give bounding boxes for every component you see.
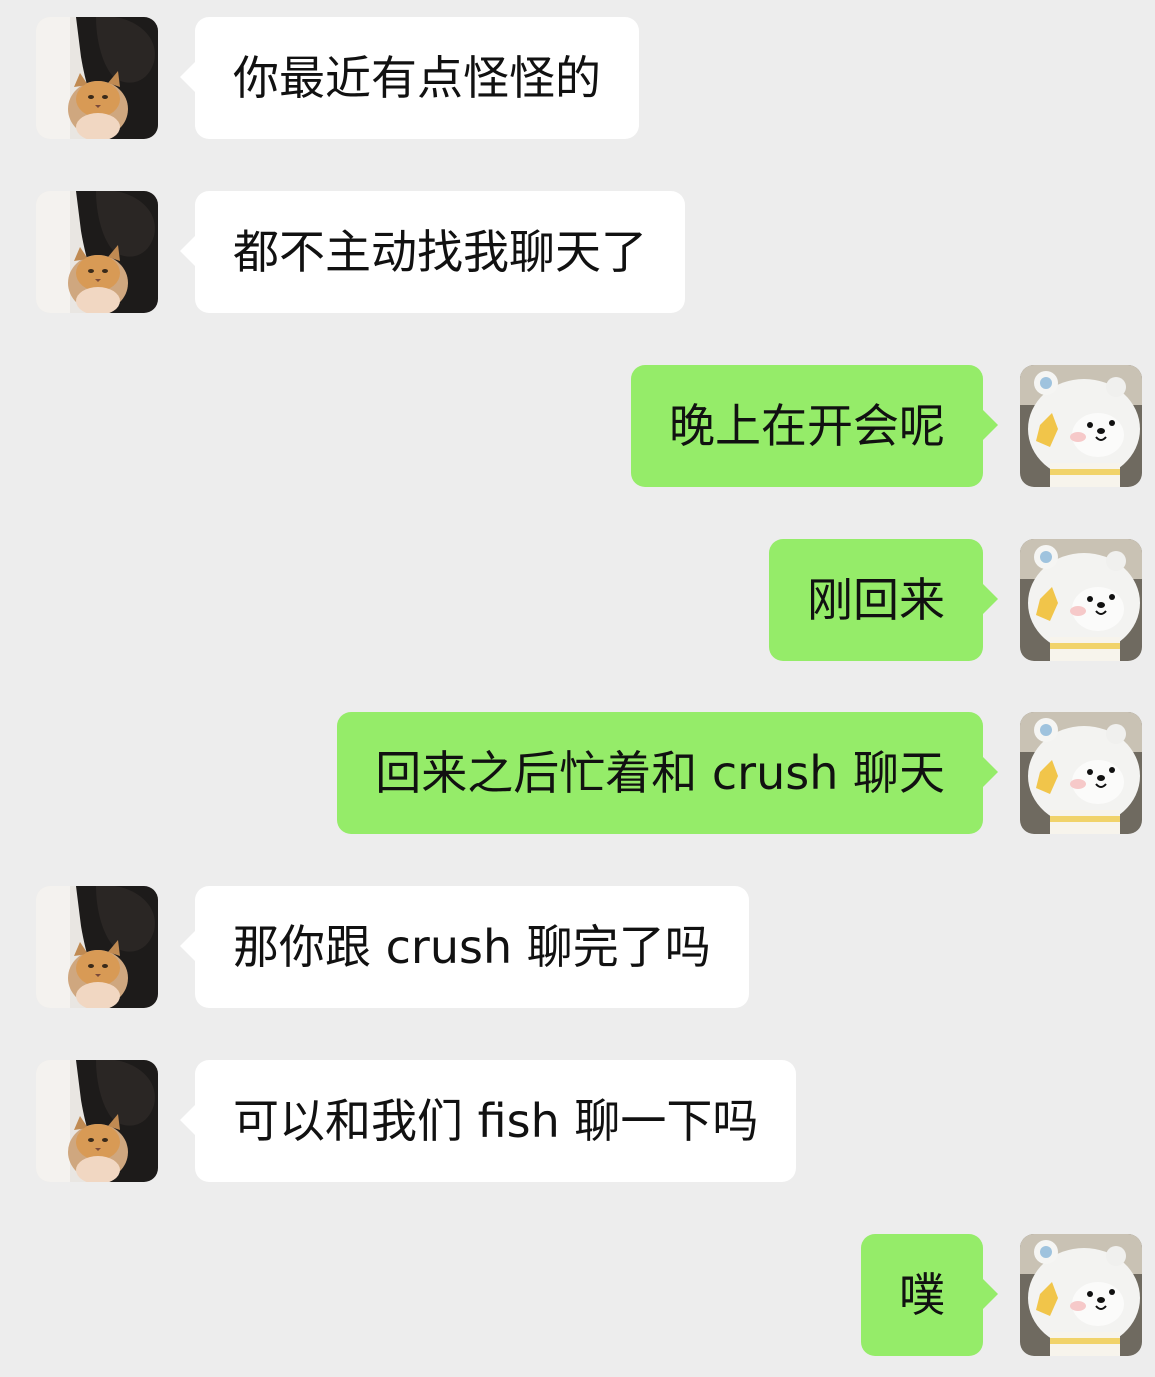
message-bubble[interactable]: 回来之后忙着和 crush 聊天 <box>337 712 998 834</box>
message-row: 晚上在开会呢 <box>0 365 1155 489</box>
message-bubble[interactable]: 可以和我们 fish 聊一下吗 <box>179 1060 797 1182</box>
self-avatar[interactable] <box>1020 1234 1142 1356</box>
contact-avatar[interactable] <box>36 17 158 139</box>
contact-avatar[interactable] <box>36 1060 158 1182</box>
message-bubble[interactable]: 都不主动找我聊天了 <box>180 191 685 313</box>
message-bubble[interactable]: 噗 <box>861 1234 998 1356</box>
self-avatar[interactable] <box>1020 712 1142 834</box>
message-row: 刚回来 <box>0 539 1155 663</box>
message-bubble[interactable]: 那你跟 crush 聊完了吗 <box>180 886 749 1008</box>
message-bubble[interactable]: 你最近有点怪怪的 <box>180 17 639 139</box>
message-row: 回来之后忙着和 crush 聊天 <box>0 712 1155 836</box>
contact-avatar[interactable] <box>36 191 158 313</box>
message-bubble[interactable]: 刚回来 <box>769 539 998 661</box>
self-avatar[interactable] <box>1020 539 1142 661</box>
contact-avatar[interactable] <box>36 886 158 1008</box>
message-row: 你最近有点怪怪的 <box>0 17 1155 141</box>
message-row: 噗 <box>0 1234 1155 1358</box>
message-row: 都不主动找我聊天了 <box>0 191 1155 315</box>
message-row: 可以和我们 fish 聊一下吗 <box>0 1060 1155 1184</box>
message-row: 那你跟 crush 聊完了吗 <box>0 886 1155 1010</box>
self-avatar[interactable] <box>1020 365 1142 487</box>
message-bubble[interactable]: 晚上在开会呢 <box>631 365 998 487</box>
